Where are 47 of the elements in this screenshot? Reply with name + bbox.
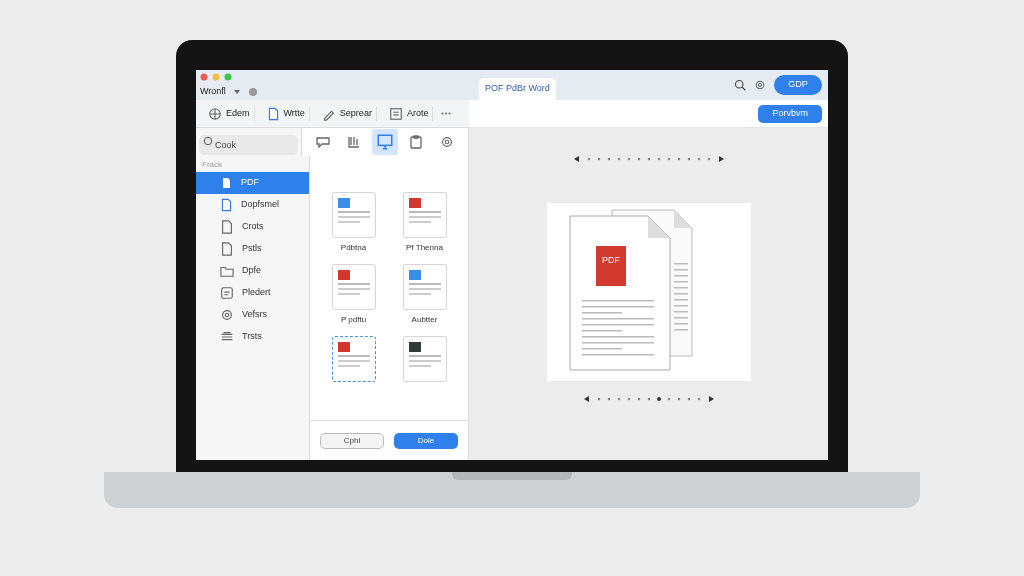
thumbnail-label: Pf Thenna bbox=[406, 242, 443, 254]
monitor-icon bbox=[376, 133, 394, 151]
tool-button[interactable] bbox=[372, 129, 398, 155]
clipboard-icon bbox=[408, 134, 424, 150]
document-icon bbox=[220, 176, 233, 190]
toolbar-button[interactable]: Wrtte bbox=[262, 106, 310, 121]
image-icon bbox=[220, 286, 234, 300]
sidebar-item[interactable]: Pledert bbox=[196, 282, 309, 304]
list-icon bbox=[388, 106, 403, 121]
gear-icon bbox=[220, 308, 234, 322]
convert-button[interactable]: Porvbvm bbox=[758, 104, 822, 123]
app-menu[interactable]: Wronfl bbox=[200, 85, 226, 99]
sidebar-item[interactable]: PDF bbox=[196, 172, 309, 194]
cancel-button[interactable]: Cphl bbox=[320, 432, 384, 449]
thumbnail-label: Pdbtna bbox=[340, 242, 367, 254]
sidebar-item[interactable]: Pstls bbox=[196, 238, 309, 260]
sidebar-item[interactable]: Dopfsmel bbox=[196, 194, 309, 216]
page-navigator-icon[interactable] bbox=[583, 395, 714, 403]
folder-icon bbox=[220, 264, 234, 278]
caret-icon[interactable] bbox=[233, 89, 240, 94]
section-header: Frack bbox=[202, 159, 222, 171]
file-icon bbox=[220, 220, 234, 234]
thumbnail-label: P pdftu bbox=[340, 314, 367, 326]
search-icon bbox=[203, 136, 213, 146]
sidebar-item[interactable]: Vefsrs bbox=[196, 304, 309, 326]
gdp-button[interactable]: GDP bbox=[774, 75, 822, 95]
book-icon bbox=[346, 134, 362, 150]
toolbar-button[interactable]: Edem bbox=[204, 106, 255, 121]
document-icon bbox=[266, 106, 280, 121]
chat-icon bbox=[315, 134, 331, 150]
done-button[interactable]: Dole bbox=[394, 432, 458, 449]
page-navigator-icon[interactable] bbox=[573, 155, 724, 163]
toolbar-button[interactable]: Seprear bbox=[317, 106, 377, 121]
file-icon bbox=[220, 242, 234, 256]
document-thumbnail[interactable] bbox=[331, 336, 376, 382]
sidebar-item[interactable]: Trsts bbox=[196, 326, 309, 348]
more-icon[interactable] bbox=[441, 112, 452, 115]
document-tab[interactable]: POF PdBr Word bbox=[479, 78, 556, 100]
search-icon[interactable] bbox=[734, 79, 746, 91]
thumbnail-label: Aubtter bbox=[411, 314, 438, 326]
document-icon bbox=[220, 198, 233, 212]
toolbar-button[interactable]: Arote bbox=[384, 106, 434, 121]
sidebar-item[interactable]: Dpfe bbox=[196, 260, 309, 282]
search-field[interactable]: Cook bbox=[199, 135, 298, 155]
gear-icon bbox=[440, 135, 454, 149]
sidebar-item[interactable]: Crots bbox=[196, 216, 309, 238]
settings-icon[interactable] bbox=[754, 79, 766, 91]
